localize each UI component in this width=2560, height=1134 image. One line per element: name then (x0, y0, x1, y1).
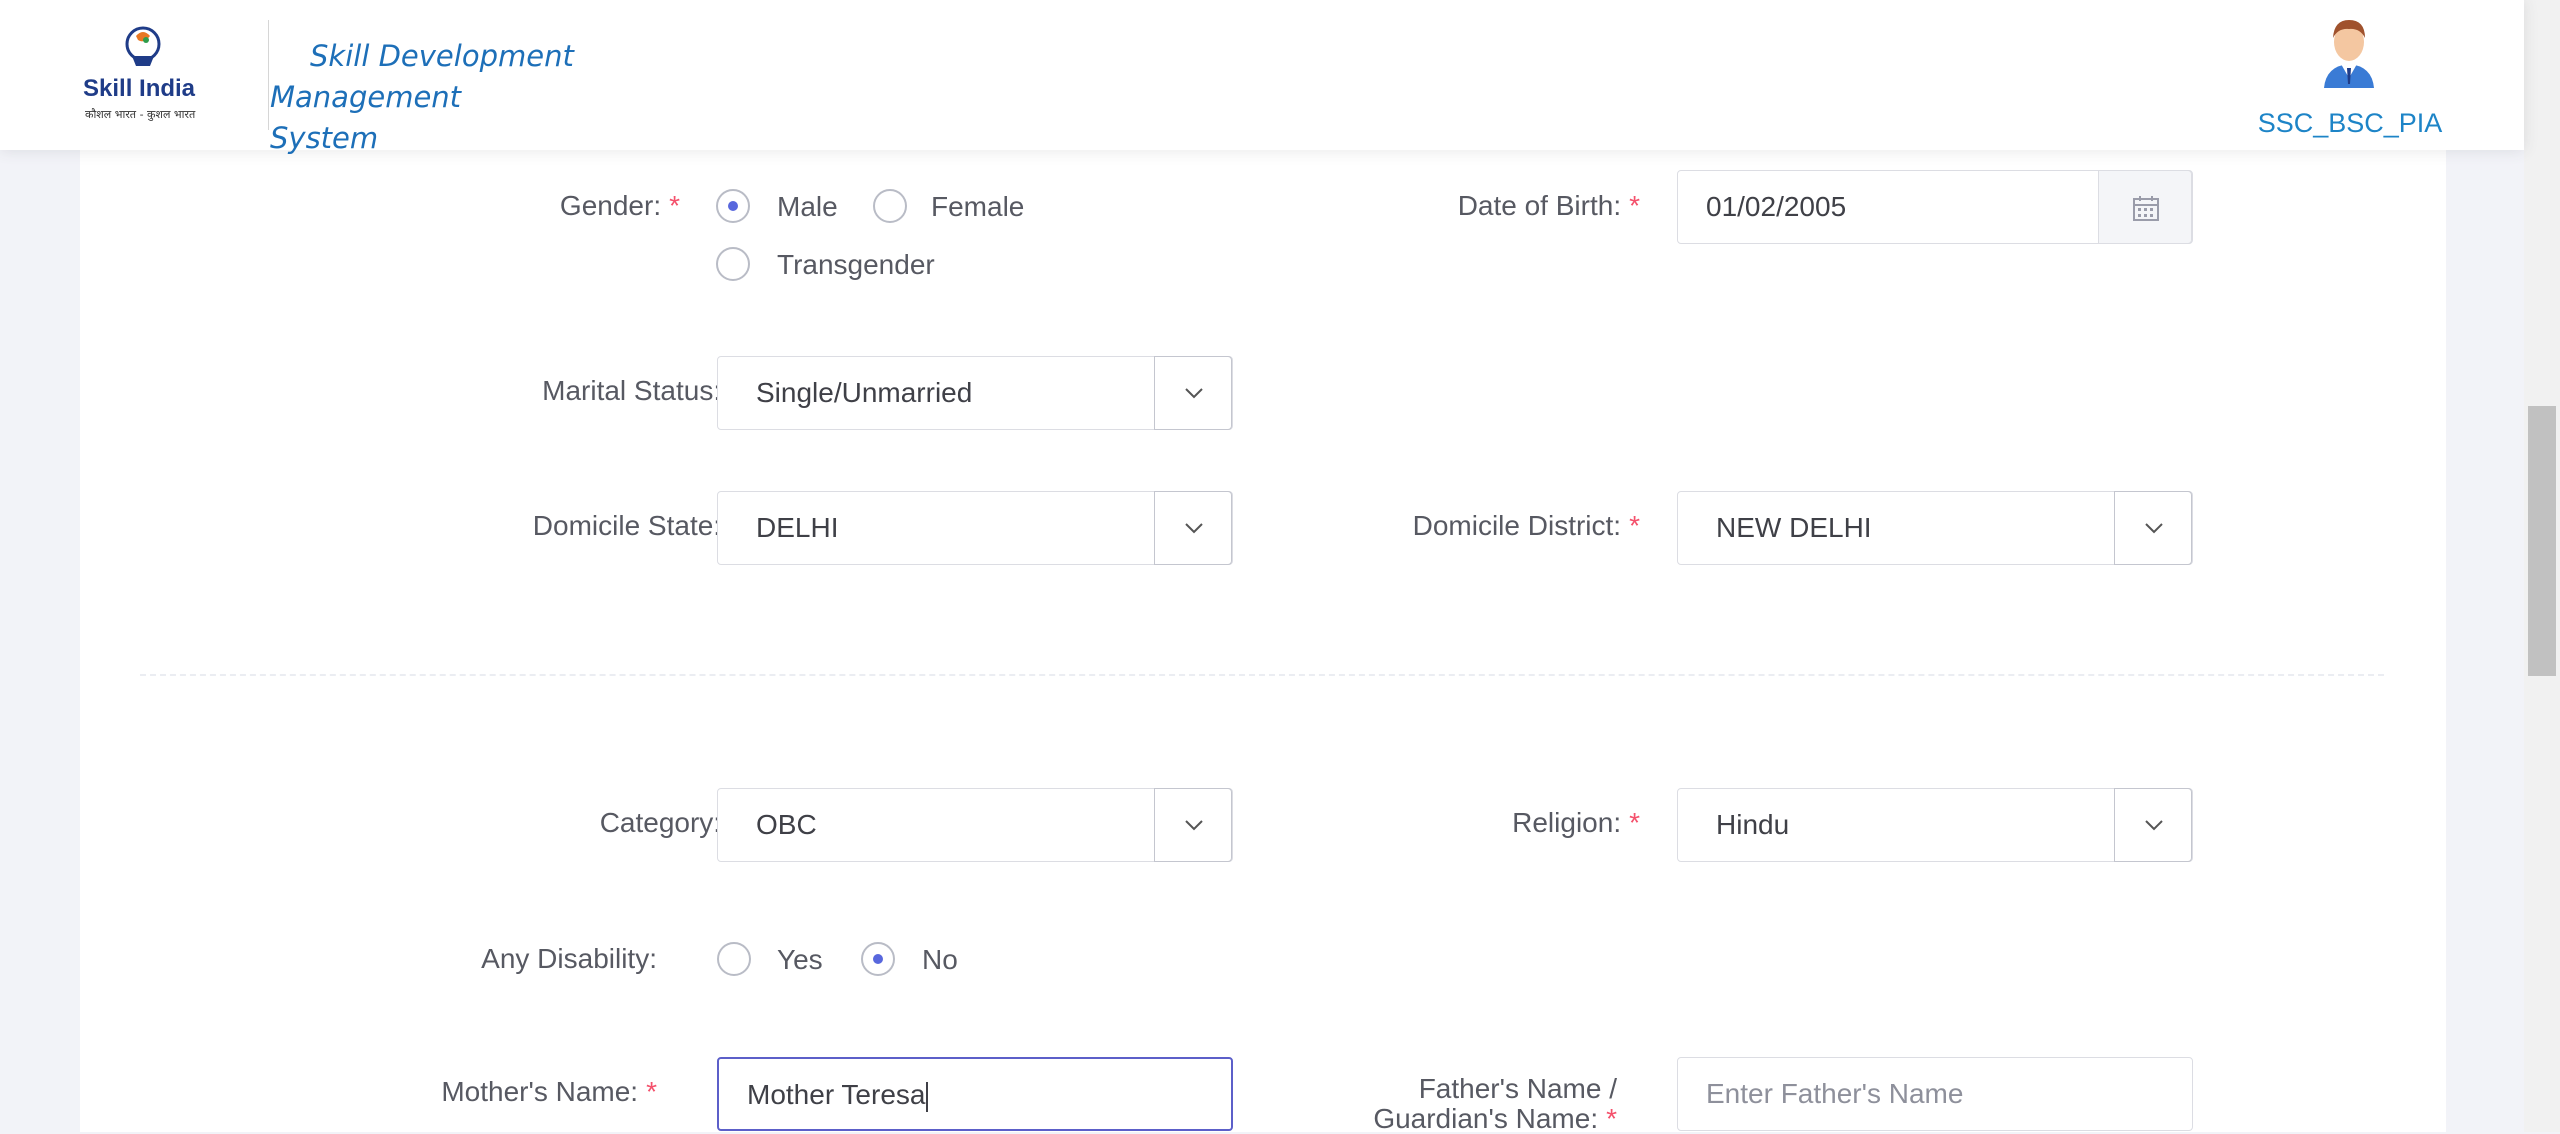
domicile-state-label: Domicile State:* (532, 510, 740, 541)
text-cursor (926, 1081, 929, 1112)
fathers-name-placeholder: Enter Father's Name (1706, 1078, 1964, 1109)
marital-status-select[interactable]: Single/Unmarried (717, 356, 1233, 430)
disability-yes-label[interactable]: Yes (777, 943, 823, 977)
domicile-district-value: NEW DELHI (1716, 512, 1872, 543)
category-select[interactable]: OBC (717, 788, 1233, 862)
disability-no-radio[interactable] (861, 942, 895, 976)
gender-transgender-radio[interactable] (716, 247, 750, 281)
date-picker-button[interactable] (2098, 170, 2192, 244)
user-menu[interactable]: SSC_BSC_PIA (2240, 14, 2460, 144)
section-divider (140, 674, 2384, 676)
any-disability-label: Any Disability: (481, 943, 657, 974)
religion-label: Religion: * (1512, 807, 1640, 838)
date-of-birth-label: Date of Birth: * (1457, 190, 1640, 221)
domicile-district-select[interactable]: NEW DELHI (1677, 491, 2193, 565)
religion-toggle[interactable] (2114, 788, 2192, 862)
domicile-state-select[interactable]: DELHI (717, 491, 1233, 565)
gender-male-radio[interactable] (716, 189, 750, 223)
marital-status-label: Marital Status:* (542, 375, 740, 406)
category-toggle[interactable] (1154, 788, 1232, 862)
user-name[interactable]: SSC_BSC_PIA (2240, 108, 2460, 139)
logo-divider (268, 20, 269, 130)
calendar-icon (2133, 196, 2159, 221)
domicile-state-toggle[interactable] (1154, 491, 1232, 565)
religion-select[interactable]: Hindu (1677, 788, 2193, 862)
scrollbar-thumb[interactable] (2528, 406, 2556, 676)
marital-status-toggle[interactable] (1154, 356, 1232, 430)
marital-status-value: Single/Unmarried (756, 377, 973, 408)
top-header: Skill India कौशल भारत - कुशल भारत Skill … (0, 0, 2524, 155)
svg-text:Skill India: Skill India (83, 75, 196, 102)
category-label: Category:* (599, 807, 740, 838)
domicile-state-value: DELHI (756, 512, 839, 543)
category-value: OBC (756, 809, 817, 840)
domicile-district-toggle[interactable] (2114, 491, 2192, 565)
disability-yes-radio[interactable] (717, 942, 751, 976)
chevron-down-icon (2145, 820, 2163, 831)
chevron-down-icon (1185, 523, 1203, 534)
date-of-birth-field[interactable]: 01/02/2005 (1677, 170, 2193, 244)
chevron-down-icon (2145, 523, 2163, 534)
mothers-name-input[interactable]: Mother Teresa (717, 1057, 1233, 1131)
religion-value: Hindu (1716, 809, 1790, 840)
gender-transgender-label[interactable]: Transgender (777, 248, 935, 282)
mothers-name-value: Mother Teresa (747, 1079, 929, 1112)
disability-no-label[interactable]: No (922, 943, 958, 977)
svg-text:कौशल भारत - कुशल भारत: कौशल भारत - कुशल भारत (85, 108, 196, 121)
date-of-birth-value: 01/02/2005 (1706, 191, 1847, 222)
skill-india-logo[interactable]: Skill India कौशल भारत - कुशल भारत (80, 22, 210, 132)
gender-female-radio[interactable] (873, 189, 907, 223)
mothers-name-label: Mother's Name: * (441, 1076, 657, 1107)
page-title: Skill Development Management System (270, 39, 574, 155)
gender-male-label[interactable]: Male (777, 190, 838, 224)
gender-female-label[interactable]: Female (931, 190, 1024, 224)
fathers-name-input[interactable]: Enter Father's Name (1677, 1057, 2193, 1131)
chevron-down-icon (1185, 820, 1203, 831)
fathers-name-label: Father's Name / Guardian's Name: * (1373, 1073, 1617, 1134)
profile-form-card: Gender: * Male Female Transgender Date of… (80, 150, 2446, 1132)
domicile-district-label: Domicile District: * (1412, 510, 1640, 541)
gender-label: Gender: * (559, 190, 680, 221)
avatar-icon[interactable] (2316, 14, 2382, 88)
chevron-down-icon (1185, 388, 1203, 399)
